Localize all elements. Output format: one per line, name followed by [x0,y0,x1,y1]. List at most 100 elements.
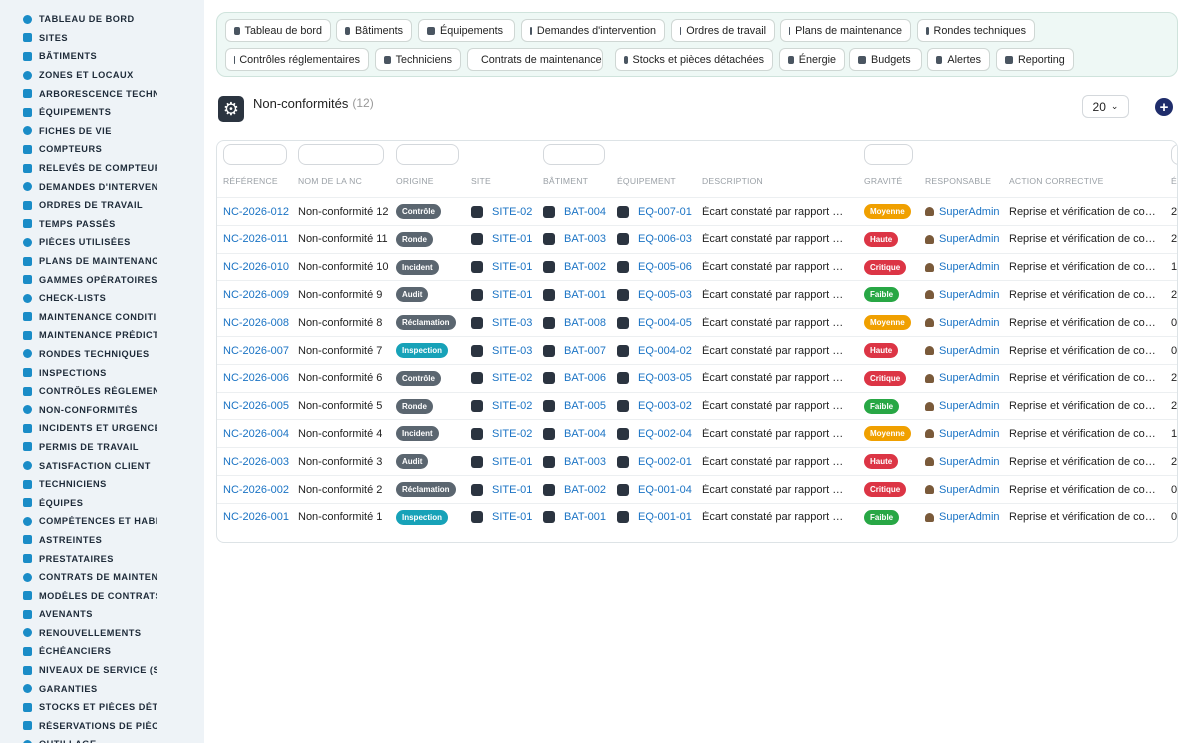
equipment-cell[interactable]: EQ-004-02 [617,337,699,364]
table-row[interactable]: NC-2026-008 Non-conformité 8 Réclamation SI… [217,308,1177,336]
equipment-link[interactable]: EQ-005-03 [638,289,692,301]
site-cell[interactable]: SITE-02 [471,420,541,447]
responsible-link[interactable]: SuperAdmin [939,511,1000,523]
responsible-link[interactable]: SuperAdmin [939,484,1000,496]
responsible-cell[interactable]: SuperAdmin [925,448,1007,475]
nav-button[interactable]: Plans de maintenance [780,19,911,42]
equipment-cell[interactable]: EQ-001-01 [617,504,699,531]
column-header[interactable]: É [1171,176,1177,186]
equipment-link[interactable]: EQ-003-05 [638,372,692,384]
search-icon[interactable] [617,483,629,496]
site-cell[interactable]: SITE-01 [471,254,541,281]
responsible-cell[interactable]: SuperAdmin [925,281,1007,308]
building-cell[interactable]: BAT-003 [543,448,615,475]
add-button[interactable]: + [1155,98,1173,116]
nc-reference-link[interactable]: NC-2026-005 [223,393,293,420]
building-cell[interactable]: BAT-005 [543,393,615,420]
sidebar-item[interactable]: INCIDENTS ET URGENCES [0,419,204,438]
site-cell[interactable]: SITE-01 [471,504,541,531]
search-icon[interactable] [543,455,555,468]
filter-reference-input[interactable] [223,144,287,165]
site-cell[interactable]: SITE-01 [471,476,541,503]
sidebar-item[interactable]: ÉCHÉANCIERS [0,642,204,661]
equipment-link[interactable]: EQ-002-01 [638,456,692,468]
sidebar-item[interactable]: PLANS DE MAINTENANCE [0,252,204,271]
sidebar-item[interactable]: PIÈCES UTILISÉES [0,233,204,252]
nav-button[interactable]: Bâtiments [336,19,412,42]
sidebar-item[interactable]: COMPTEURS [0,140,204,159]
equipment-cell[interactable]: EQ-007-01 [617,198,699,225]
search-icon[interactable] [617,233,629,246]
responsible-cell[interactable]: SuperAdmin [925,226,1007,253]
nc-reference-link-text[interactable]: NC-2026-012 [223,206,289,218]
table-row[interactable]: NC-2026-010 Non-conformité 10 Incident SITE… [217,252,1177,281]
sidebar-item[interactable]: FICHES DE VIE [0,122,204,141]
column-header[interactable]: DESCRIPTION [702,176,763,186]
search-icon[interactable] [543,400,555,413]
equipment-link[interactable]: EQ-006-03 [638,233,692,245]
search-icon[interactable] [543,427,555,440]
sidebar-item[interactable]: ARBORESCENCE TECHNIQUE [0,84,204,103]
sidebar-item[interactable]: MAINTENANCE PRÉDICTIVE [0,326,204,345]
table-row[interactable]: NC-2026-004 Non-conformité 4 Incident SITE-… [217,419,1177,447]
responsible-link[interactable]: SuperAdmin [939,456,1000,468]
search-icon[interactable] [543,261,555,274]
site-cell[interactable]: SITE-03 [471,309,541,336]
sidebar-item[interactable]: MAINTENANCE CONDITIONNELLE [0,308,204,327]
search-icon[interactable] [543,344,555,357]
search-icon[interactable] [471,372,483,385]
column-header[interactable]: ACTION CORRECTIVE [1009,176,1104,186]
sidebar-item[interactable]: RENOUVELLEMENTS [0,624,204,643]
equipment-link[interactable]: EQ-003-02 [638,400,692,412]
responsible-link[interactable]: SuperAdmin [939,289,1000,301]
table-row[interactable]: NC-2026-002 Non-conformité 2 Réclamation SI… [217,475,1177,503]
search-icon[interactable] [617,205,629,218]
responsible-link[interactable]: SuperAdmin [939,206,1000,218]
search-icon[interactable] [543,233,555,246]
building-link[interactable]: BAT-003 [564,233,606,245]
sidebar-item[interactable]: NON-CONFORMITÉS [0,400,204,419]
table-row[interactable]: NC-2026-005 Non-conformité 5 Ronde SITE-02 B… [217,391,1177,420]
search-icon[interactable] [471,455,483,468]
search-icon[interactable] [471,344,483,357]
building-cell[interactable]: BAT-008 [543,309,615,336]
search-icon[interactable] [471,400,483,413]
sidebar-item[interactable]: BÂTIMENTS [0,47,204,66]
nc-reference-link-text[interactable]: NC-2026-010 [223,261,289,273]
table-row[interactable]: NC-2026-003 Non-conformité 3 Audit SITE-01 B… [217,447,1177,475]
responsible-link[interactable]: SuperAdmin [939,233,1000,245]
building-link[interactable]: BAT-002 [564,261,606,273]
filter-origin-input[interactable] [396,144,459,165]
search-icon[interactable] [543,372,555,385]
nav-button[interactable]: Alertes [927,48,990,71]
responsible-cell[interactable]: SuperAdmin [925,198,1007,225]
site-cell[interactable]: SITE-01 [471,281,541,308]
building-cell[interactable]: BAT-003 [543,226,615,253]
column-header[interactable]: NOM DE LA NC [298,176,362,186]
search-icon[interactable] [471,205,483,218]
equipment-cell[interactable]: EQ-003-02 [617,393,699,420]
sidebar-item[interactable]: SITES [0,29,204,48]
column-header[interactable]: ORIGINE [396,176,434,186]
equipment-cell[interactable]: EQ-005-06 [617,254,699,281]
nav-button[interactable]: Contrôles réglementaires [225,48,369,71]
search-icon[interactable] [471,427,483,440]
building-link[interactable]: BAT-004 [564,428,606,440]
building-link[interactable]: BAT-005 [564,400,606,412]
nc-reference-link-text[interactable]: NC-2026-008 [223,317,289,329]
equipment-link[interactable]: EQ-004-02 [638,345,692,357]
nc-reference-link[interactable]: NC-2026-001 [223,504,293,531]
sidebar-item[interactable]: TEMPS PASSÉS [0,215,204,234]
equipment-link[interactable]: EQ-007-01 [638,206,692,218]
search-icon[interactable] [471,288,483,301]
building-cell[interactable]: BAT-002 [543,476,615,503]
table-row[interactable]: NC-2026-007 Non-conformité 7 Inspection SIT… [217,336,1177,364]
site-link[interactable]: SITE-01 [492,289,532,301]
nav-button[interactable]: Contrats de maintenance [467,48,603,71]
sidebar-item[interactable]: ÉQUIPES [0,493,204,512]
sidebar-item[interactable]: TECHNICIENS [0,475,204,494]
column-header[interactable]: RÉFÉRENCE [223,176,278,186]
nc-reference-link-text[interactable]: NC-2026-011 [223,233,288,245]
site-link[interactable]: SITE-03 [492,345,532,357]
sidebar-item[interactable]: TABLEAU DE BORD [0,10,204,29]
